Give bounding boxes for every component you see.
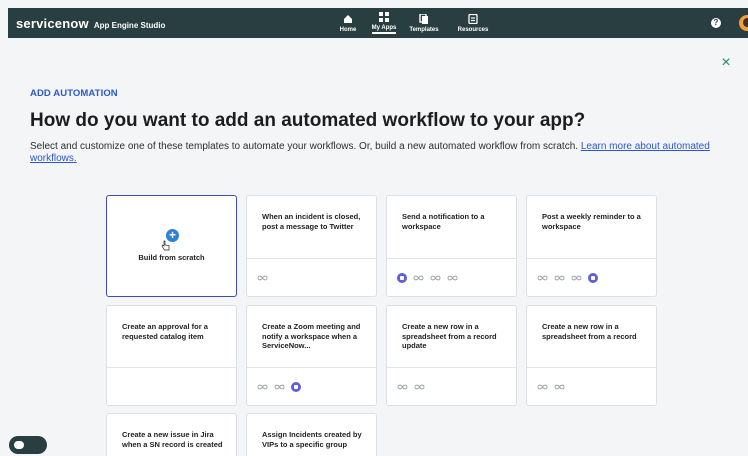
build-from-scratch-label: Build from scratch	[138, 253, 205, 262]
build-from-scratch-card[interactable]: + Build from scratch	[106, 195, 237, 297]
template-card[interactable]: Create an approval for a requested catal…	[106, 305, 237, 406]
template-card[interactable]: Assign Incidents created by VIPs to a sp…	[246, 413, 377, 456]
resources-icon	[468, 13, 478, 24]
loop-icon	[414, 384, 425, 389]
loop-icon	[571, 275, 582, 280]
template-card[interactable]: Send a notification to a workspace	[386, 195, 517, 297]
template-card-title: Create a new issue in Jira when a SN rec…	[122, 430, 223, 449]
template-card[interactable]: Create a new row in a spreadsheet from a…	[526, 305, 657, 406]
top-nav-bar: servicenow App Engine Studio Home My App…	[8, 8, 748, 38]
integration-icons	[527, 258, 656, 296]
brand[interactable]: servicenow App Engine Studio	[16, 16, 165, 31]
loop-icon	[413, 275, 424, 280]
integration-icons	[387, 258, 516, 296]
template-card-title: Create a new row in a spreadsheet from a…	[402, 322, 497, 350]
nav-resources[interactable]: Resources	[446, 8, 500, 38]
template-card[interactable]: Create a new row in a spreadsheet from a…	[386, 305, 517, 406]
integration-icons	[247, 367, 376, 405]
nav-resources-label: Resources	[457, 26, 489, 33]
integration-icons	[527, 367, 656, 405]
workspace-icon	[588, 272, 598, 283]
hand-cursor-icon	[161, 240, 170, 251]
integration-icons	[107, 367, 236, 405]
template-card-title: Create a new row in a spreadsheet from a…	[542, 322, 637, 341]
loop-icon	[537, 275, 548, 280]
templates-icon	[419, 13, 428, 24]
loop-icon	[397, 384, 408, 389]
theme-toggle[interactable]	[9, 436, 47, 454]
user-avatar[interactable]	[739, 15, 748, 31]
help-icon[interactable]: ?	[711, 18, 721, 28]
loop-icon	[430, 275, 441, 280]
nav-my-apps-label: My Apps	[371, 25, 397, 34]
app-name: App Engine Studio	[93, 20, 166, 30]
template-card-title: When an incident is closed, post a messa…	[262, 212, 361, 231]
grid-icon	[379, 12, 389, 22]
template-card-title: Create an approval for a requested catal…	[122, 322, 208, 341]
loop-icon	[447, 275, 458, 280]
loop-icon	[554, 275, 565, 280]
nav-my-apps[interactable]: My Apps	[366, 8, 402, 38]
template-card[interactable]: Create a new issue in Jira when a SN rec…	[106, 413, 237, 456]
workspace-icon	[291, 381, 301, 392]
loop-icon	[554, 384, 565, 389]
page-description: Select and customize one of these templa…	[30, 141, 742, 165]
template-card-title: Create a Zoom meeting and notify a works…	[262, 322, 361, 350]
nav-templates[interactable]: Templates	[402, 8, 446, 38]
template-card[interactable]: Post a weekly reminder to a workspace	[526, 195, 657, 297]
close-icon[interactable]: ×	[718, 55, 734, 71]
template-card-title: Send a notification to a workspace	[402, 212, 485, 231]
loop-icon	[537, 384, 548, 389]
servicenow-logo: servicenow	[16, 15, 89, 31]
page-title: How do you want to add an automated work…	[30, 110, 586, 131]
loop-icon	[257, 384, 268, 389]
home-icon	[344, 14, 352, 23]
section-eyebrow: ADD AUTOMATION	[30, 88, 118, 99]
template-card-title: Post a weekly reminder to a workspace	[542, 212, 641, 231]
template-card[interactable]: When an incident is closed, post a messa…	[246, 195, 377, 297]
nav-items: Home My Apps Templates Resources	[330, 8, 500, 38]
loop-icon	[257, 275, 268, 280]
template-card[interactable]: Create a Zoom meeting and notify a works…	[246, 305, 377, 406]
description-text: Select and customize one of these templa…	[30, 141, 581, 152]
nav-home[interactable]: Home	[330, 8, 366, 38]
workspace-icon	[397, 272, 407, 283]
integration-icons	[247, 258, 376, 296]
nav-home-label: Home	[339, 26, 357, 33]
integration-icons	[387, 367, 516, 405]
template-card-title: Assign Incidents created by VIPs to a sp…	[262, 430, 362, 449]
loop-icon	[274, 384, 285, 389]
nav-templates-label: Templates	[409, 26, 439, 33]
